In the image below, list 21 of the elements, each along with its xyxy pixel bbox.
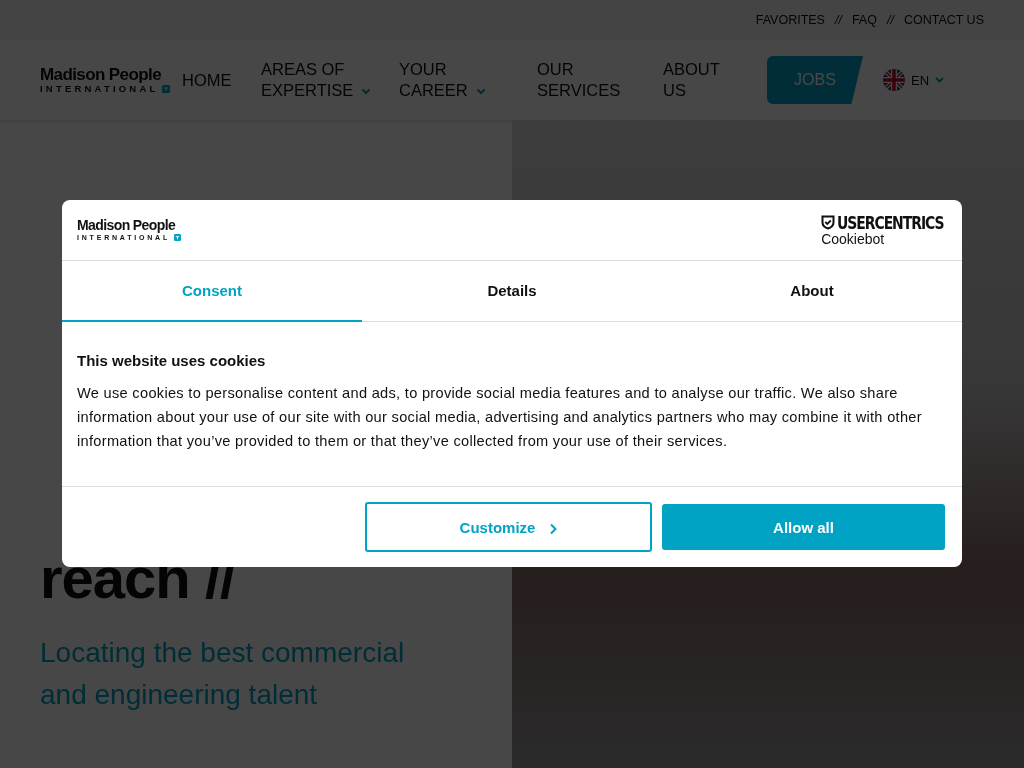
utility-link[interactable]: FAVORITES <box>755 13 825 27</box>
allow-all-button[interactable]: Allow all <box>662 504 945 550</box>
dialog-text: We use cookies to personalise content and ads, to provide social media features and to analyse our traffic. We also share information about your use of our site with our social media, advertising and analytics partners who may combine it with other information that you’ve provided to them or that they’ve collected from your use of their services. <box>77 384 923 451</box>
hero-subtitle: Locating the best commercial and engineering talent <box>40 636 406 712</box>
dialog-heading: This website uses cookies <box>77 352 267 369</box>
dialog-tab[interactable]: About <box>662 261 962 322</box>
logo-subtitle: INTERNATIONAL <box>40 84 159 94</box>
customize-button[interactable]: Customize <box>365 502 652 552</box>
chevron-right-icon <box>549 522 558 535</box>
logo-wordmark: Madison People <box>77 218 177 233</box>
provider-product: Cookiebot <box>821 231 886 247</box>
badge-icon <box>174 234 182 241</box>
utility-link[interactable]: FAQ <box>851 13 877 27</box>
dialog-tab[interactable]: Details <box>362 261 662 322</box>
dialog-tab[interactable]: Consent <box>62 261 362 322</box>
link-separator: // <box>834 13 842 27</box>
provider-name: USERCENTRICS <box>837 213 944 232</box>
utility-link[interactable]: CONTACT US <box>903 13 984 27</box>
link-separator: // <box>886 13 894 27</box>
logo-wordmark: Madison People <box>40 66 162 84</box>
shield-check-icon <box>821 215 836 230</box>
